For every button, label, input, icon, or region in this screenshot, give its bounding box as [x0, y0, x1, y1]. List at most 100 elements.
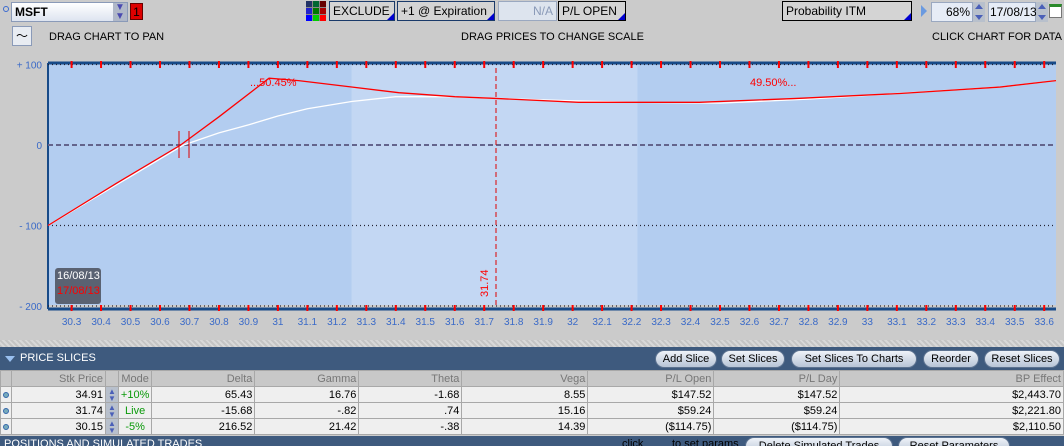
- data-hint: CLICK CHART FOR DATA: [932, 31, 1062, 43]
- pl-mode-select[interactable]: P/L OPEN: [558, 1, 626, 21]
- cell-stk-price[interactable]: 31.74: [11, 402, 106, 419]
- x-tick-label: 30.4: [91, 317, 111, 328]
- row-radio[interactable]: [0, 386, 12, 403]
- pl-mode-value: P/L OPEN: [562, 4, 617, 18]
- cell-vega: 14.39: [461, 418, 589, 435]
- row-radio[interactable]: [0, 418, 12, 435]
- percent-spinner[interactable]: [973, 2, 985, 22]
- cell-vega: 8.55: [461, 386, 589, 403]
- chart-type-icon[interactable]: 〜: [12, 26, 32, 46]
- cell-bp-effect: $2,443.70: [839, 386, 1064, 403]
- add-slice-button[interactable]: Add Slice: [655, 350, 717, 368]
- price-spinner[interactable]: ▲ ▼: [105, 386, 119, 403]
- cell-stk-price[interactable]: 34.91: [11, 386, 106, 403]
- calendar-icon[interactable]: [1049, 4, 1062, 18]
- col-header[interactable]: BP Effect: [839, 370, 1064, 387]
- x-tick-label: 30.8: [209, 317, 229, 328]
- cell-stk-price[interactable]: 30.15: [11, 418, 106, 435]
- y-tick-label: + 100: [17, 61, 43, 72]
- col-header[interactable]: Mode: [117, 370, 153, 387]
- set-slices-button[interactable]: Set Slices: [721, 350, 785, 368]
- percent-input[interactable]: 68%: [931, 2, 973, 22]
- expiration-select[interactable]: +1 @ Expiration: [397, 1, 495, 21]
- col-header[interactable]: Theta: [358, 370, 463, 387]
- expiration-value: +1 @ Expiration: [401, 4, 487, 18]
- na-field[interactable]: N/A: [498, 1, 557, 21]
- x-tick-label: 32.4: [681, 317, 701, 328]
- x-tick-label: 32: [567, 317, 579, 328]
- positions-header: POSITIONS AND SIMULATED TRADES click to …: [0, 436, 1064, 446]
- legend-item-2: 17/08/13: [57, 285, 100, 297]
- probability-value: Probability ITM: [786, 4, 867, 18]
- x-tick-label: 31.4: [386, 317, 406, 328]
- link-badge[interactable]: 1: [130, 3, 143, 20]
- cell-gamma: 21.42: [254, 418, 360, 435]
- cell-pl-day: $147.52: [713, 386, 841, 403]
- radio-dot[interactable]: [3, 6, 9, 12]
- reset-slices-button[interactable]: Reset Slices: [984, 350, 1060, 368]
- col-header[interactable]: Delta: [151, 370, 256, 387]
- pl-chart[interactable]: + 100 0 - 100 - 200 30.3 30.4 30.5 30.6 30.7 30.8…: [0, 50, 1064, 340]
- exclude-value: EXCLUDE: [333, 4, 390, 18]
- prob-right-label: 49.50%...: [750, 77, 796, 89]
- pan-hint: DRAG CHART TO PAN: [49, 31, 165, 43]
- table-row[interactable]: 31.74 ▲ ▼ Live -15.68 -.82.74 15.16 $59.24 $59.2…: [0, 402, 1064, 419]
- cell-pl-open: ($114.75): [587, 418, 715, 435]
- play-icon[interactable]: [921, 5, 927, 17]
- chart-legend: 16/08/13 17/08/13: [55, 268, 101, 304]
- date-spinner[interactable]: [1036, 2, 1048, 22]
- y-tick-label: 0: [36, 141, 42, 152]
- symbol-dropdown-icon[interactable]: ▼ ▼: [113, 3, 127, 22]
- cell-pl-open: $59.24: [587, 402, 715, 419]
- cell-bp-effect: $2,221.80: [839, 402, 1064, 419]
- x-tick-label: 32.1: [592, 317, 612, 328]
- cell-bp-effect: $2,110.50: [839, 418, 1064, 435]
- x-tick-label: 33.6: [1034, 317, 1054, 328]
- col-header[interactable]: Vega: [461, 370, 589, 387]
- legend-item-1: 16/08/13: [57, 270, 100, 282]
- exclude-select[interactable]: EXCLUDE: [329, 1, 395, 21]
- y-tick-label: - 200: [19, 302, 42, 313]
- col-header[interactable]: P/L Day: [713, 370, 841, 387]
- params-hint-post: to set params: [672, 438, 739, 446]
- y-tick-label: - 100: [19, 222, 42, 233]
- col-header[interactable]: Stk Price: [11, 370, 106, 387]
- x-tick-label: 31.9: [533, 317, 553, 328]
- table-header-row: Stk Price Mode Delta Gamma Theta Vega P/L Ope…: [0, 370, 1064, 387]
- cell-theta: -.38: [358, 418, 463, 435]
- scale-hint: DRAG PRICES TO CHANGE SCALE: [461, 31, 644, 43]
- date-input[interactable]: 17/08/13: [988, 2, 1037, 22]
- x-tick-label: 32.6: [740, 317, 760, 328]
- col-header[interactable]: P/L Open: [587, 370, 715, 387]
- x-tick-label: 32.2: [622, 317, 642, 328]
- positions-title: POSITIONS AND SIMULATED TRADES: [4, 438, 203, 446]
- reorder-button[interactable]: Reorder: [923, 350, 979, 368]
- cell-theta: .74: [358, 402, 463, 419]
- cell-theta: -1.68: [358, 386, 463, 403]
- symbol-input[interactable]: MSFT ▼ ▼: [11, 2, 128, 22]
- set-slices-to-charts-button[interactable]: Set Slices To Charts: [791, 350, 917, 368]
- cell-delta: -15.68: [151, 402, 256, 419]
- cell-pl-day: ($114.75): [713, 418, 841, 435]
- x-tick-label: 33.3: [946, 317, 966, 328]
- collapse-icon[interactable]: [5, 356, 15, 362]
- x-tick-label: 31.6: [445, 317, 465, 328]
- delete-simulated-trades-button[interactable]: Delete Simulated Trades: [745, 437, 893, 446]
- price-spinner[interactable]: ▲ ▼: [105, 418, 119, 435]
- cell-vega: 15.16: [461, 402, 589, 419]
- table-row[interactable]: 34.91 ▲ ▼ +10% 65.43 16.76 -1.68 8.55 $147.52 $14…: [0, 386, 1064, 403]
- x-tick-label: 33.1: [887, 317, 907, 328]
- current-price-label: 31.74: [479, 269, 491, 297]
- col-header[interactable]: Gamma: [254, 370, 360, 387]
- cell-gamma: -.82: [254, 402, 360, 419]
- probability-select[interactable]: Probability ITM: [782, 1, 912, 21]
- price-spinner[interactable]: ▲ ▼: [105, 402, 119, 419]
- x-tick-label: 32.8: [799, 317, 819, 328]
- row-radio[interactable]: [0, 402, 12, 419]
- reset-parameters-button[interactable]: Reset Parameters: [898, 437, 1010, 446]
- cell-mode: -5%: [117, 418, 153, 435]
- pattern-divider[interactable]: [0, 340, 1064, 347]
- price-slices-header: PRICE SLICES Add Slice Set Slices Set Sl…: [0, 347, 1064, 370]
- color-grid-icon[interactable]: [306, 1, 326, 21]
- table-row[interactable]: 30.15 ▲ ▼ -5% 216.52 21.42 -.38 14.39 ($114.75)(…: [0, 418, 1064, 435]
